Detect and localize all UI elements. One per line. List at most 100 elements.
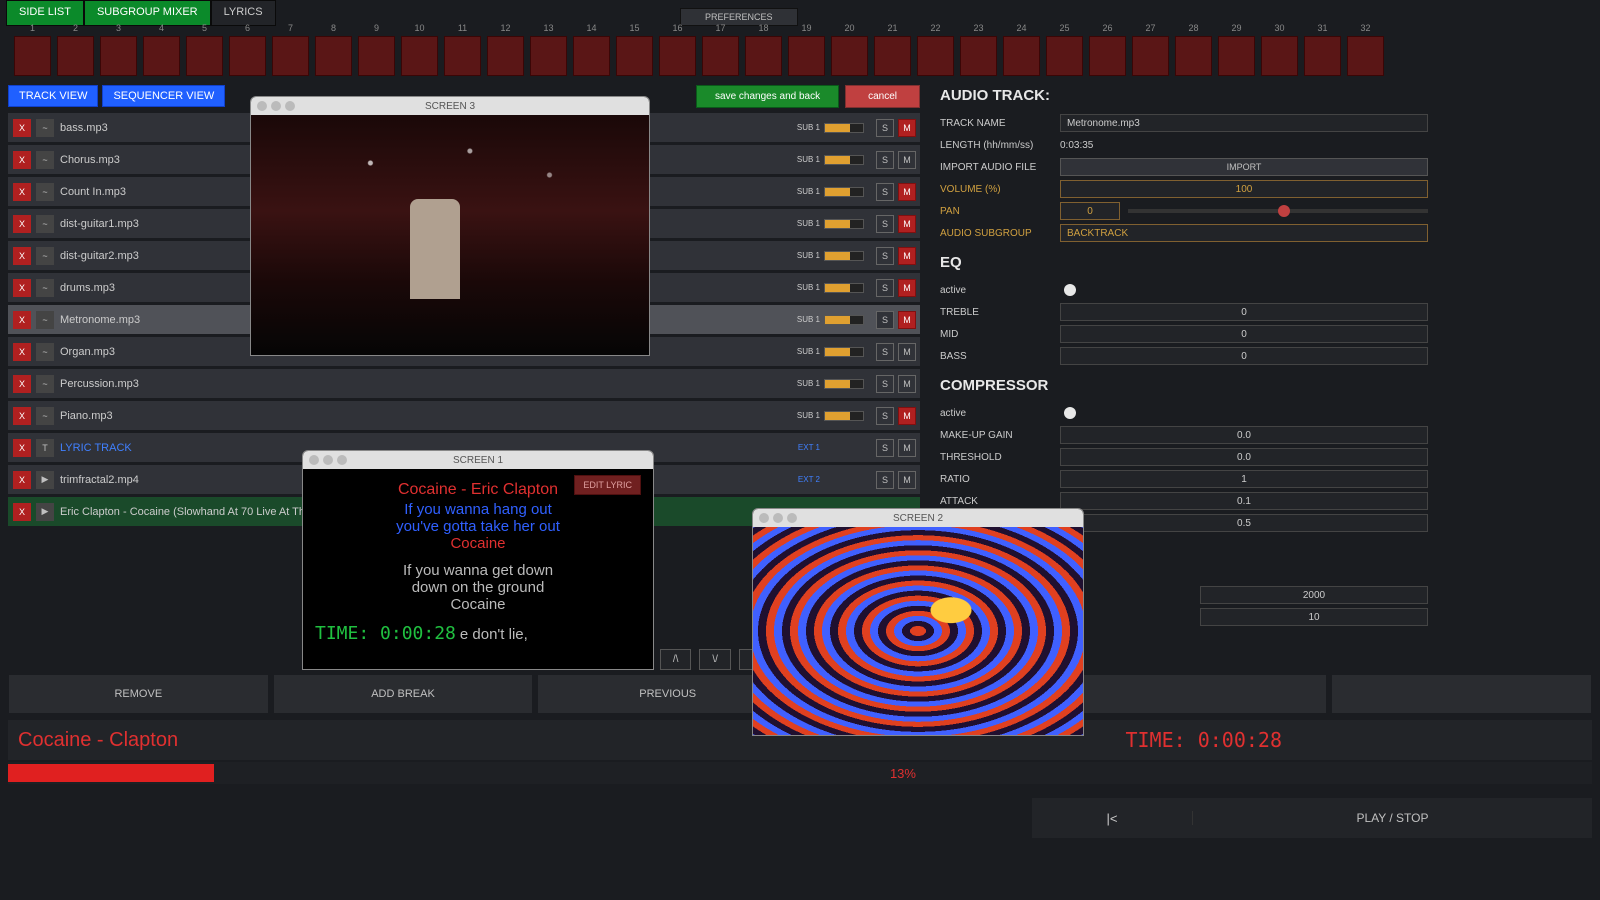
track-volume-slider[interactable] [824, 155, 864, 165]
edit-lyric-button[interactable]: EDIT LYRIC [574, 475, 641, 495]
preset-slot[interactable]: 26 [1089, 36, 1126, 76]
preset-slot[interactable]: 23 [960, 36, 997, 76]
threshold-input[interactable]: 0.0 [1060, 448, 1428, 466]
solo-button[interactable]: S [876, 471, 894, 489]
delete-track-button[interactable]: X [13, 503, 31, 521]
eq-active-toggle[interactable] [1064, 284, 1076, 296]
mute-button[interactable]: M [898, 407, 916, 425]
preset-slot[interactable]: 8 [315, 36, 352, 76]
delete-track-button[interactable]: X [13, 151, 31, 169]
solo-button[interactable]: S [876, 215, 894, 233]
track-volume-slider[interactable] [824, 251, 864, 261]
action-button[interactable] [1067, 674, 1328, 714]
pan-input[interactable]: 0 [1060, 202, 1120, 220]
attack-input[interactable]: 0.1 [1060, 492, 1428, 510]
progress-bar[interactable]: 13% [8, 762, 1592, 784]
action-button[interactable]: ADD BREAK [273, 674, 534, 714]
treble-input[interactable]: 0 [1060, 303, 1428, 321]
track-volume-slider[interactable] [824, 379, 864, 389]
mute-button[interactable]: M [898, 119, 916, 137]
delete-track-button[interactable]: X [13, 183, 31, 201]
rewind-button[interactable]: |< [1032, 811, 1192, 826]
solo-button[interactable]: S [876, 279, 894, 297]
delete-track-button[interactable]: X [13, 119, 31, 137]
preset-slot[interactable]: 14 [573, 36, 610, 76]
solo-button[interactable]: S [876, 407, 894, 425]
action-button[interactable] [1331, 674, 1592, 714]
save-button[interactable]: save changes and back [696, 85, 839, 108]
preset-slot[interactable]: 20 [831, 36, 868, 76]
delete-track-button[interactable]: X [13, 215, 31, 233]
bass-input[interactable]: 0 [1060, 347, 1428, 365]
comp-active-toggle[interactable] [1064, 407, 1076, 419]
mute-button[interactable]: M [898, 439, 916, 457]
delete-track-button[interactable]: X [13, 375, 31, 393]
track-volume-slider[interactable] [824, 411, 864, 421]
mute-button[interactable]: M [898, 247, 916, 265]
preset-slot[interactable]: 9 [358, 36, 395, 76]
preset-slot[interactable]: 27 [1132, 36, 1169, 76]
mute-button[interactable]: M [898, 471, 916, 489]
delete-track-button[interactable]: X [13, 439, 31, 457]
cancel-button[interactable]: cancel [845, 85, 920, 108]
delete-track-button[interactable]: X [13, 343, 31, 361]
pan-slider[interactable] [1128, 209, 1428, 213]
preset-slot[interactable]: 13 [530, 36, 567, 76]
solo-button[interactable]: S [876, 343, 894, 361]
preset-slot[interactable]: 24 [1003, 36, 1040, 76]
preset-slot[interactable]: 32 [1347, 36, 1384, 76]
preset-slot[interactable]: 1 [14, 36, 51, 76]
delete-track-button[interactable]: X [13, 279, 31, 297]
mute-button[interactable]: M [898, 215, 916, 233]
preset-slot[interactable]: 11 [444, 36, 481, 76]
mute-button[interactable]: M [898, 151, 916, 169]
vol-down-button[interactable]: \/ [699, 649, 731, 670]
mid-input[interactable]: 0 [1060, 325, 1428, 343]
track-name-input[interactable]: Metronome.mp3 [1060, 114, 1428, 132]
track-row[interactable]: X~Percussion.mp3SUB 1SM [8, 369, 920, 398]
track-volume-slider[interactable] [824, 219, 864, 229]
solo-button[interactable]: S [876, 183, 894, 201]
release-input[interactable]: 0.5 [1060, 514, 1428, 532]
mute-button[interactable]: M [898, 311, 916, 329]
sequencer-view-tab[interactable]: SEQUENCER VIEW [102, 85, 225, 107]
preset-slot[interactable]: 31 [1304, 36, 1341, 76]
import-button[interactable]: IMPORT [1060, 158, 1428, 176]
delete-track-button[interactable]: X [13, 471, 31, 489]
delete-track-button[interactable]: X [13, 247, 31, 265]
ratio-input[interactable]: 1 [1060, 470, 1428, 488]
track-view-tab[interactable]: TRACK VIEW [8, 85, 98, 107]
preset-slot[interactable]: 25 [1046, 36, 1083, 76]
extra-2-input[interactable]: 10 [1200, 608, 1428, 626]
preset-slot[interactable]: 2 [57, 36, 94, 76]
preset-slot[interactable]: 7 [272, 36, 309, 76]
vol-up-button[interactable]: /\ [660, 649, 692, 670]
mute-button[interactable]: M [898, 375, 916, 393]
preset-slot[interactable]: 10 [401, 36, 438, 76]
preset-slot[interactable]: 12 [487, 36, 524, 76]
solo-button[interactable]: S [876, 311, 894, 329]
preset-slot[interactable]: 30 [1261, 36, 1298, 76]
delete-track-button[interactable]: X [13, 311, 31, 329]
preset-slot[interactable]: 5 [186, 36, 223, 76]
track-volume-slider[interactable] [824, 187, 864, 197]
track-volume-slider[interactable] [824, 315, 864, 325]
track-volume-slider[interactable] [824, 283, 864, 293]
solo-button[interactable]: S [876, 375, 894, 393]
action-button[interactable]: REMOVE [8, 674, 269, 714]
preset-slot[interactable]: 3 [100, 36, 137, 76]
preset-slot[interactable]: 29 [1218, 36, 1255, 76]
preset-slot[interactable]: 28 [1175, 36, 1212, 76]
volume-input[interactable]: 100 [1060, 180, 1428, 198]
preset-slot[interactable]: 22 [917, 36, 954, 76]
solo-button[interactable]: S [876, 151, 894, 169]
track-volume-slider[interactable] [824, 347, 864, 357]
delete-track-button[interactable]: X [13, 407, 31, 425]
subgroup-select[interactable]: BACKTRACK [1060, 224, 1428, 242]
extra-1-input[interactable]: 2000 [1200, 586, 1428, 604]
solo-button[interactable]: S [876, 439, 894, 457]
gain-input[interactable]: 0.0 [1060, 426, 1428, 444]
preset-slot[interactable]: 19 [788, 36, 825, 76]
preset-slot[interactable]: 6 [229, 36, 266, 76]
mute-button[interactable]: M [898, 183, 916, 201]
